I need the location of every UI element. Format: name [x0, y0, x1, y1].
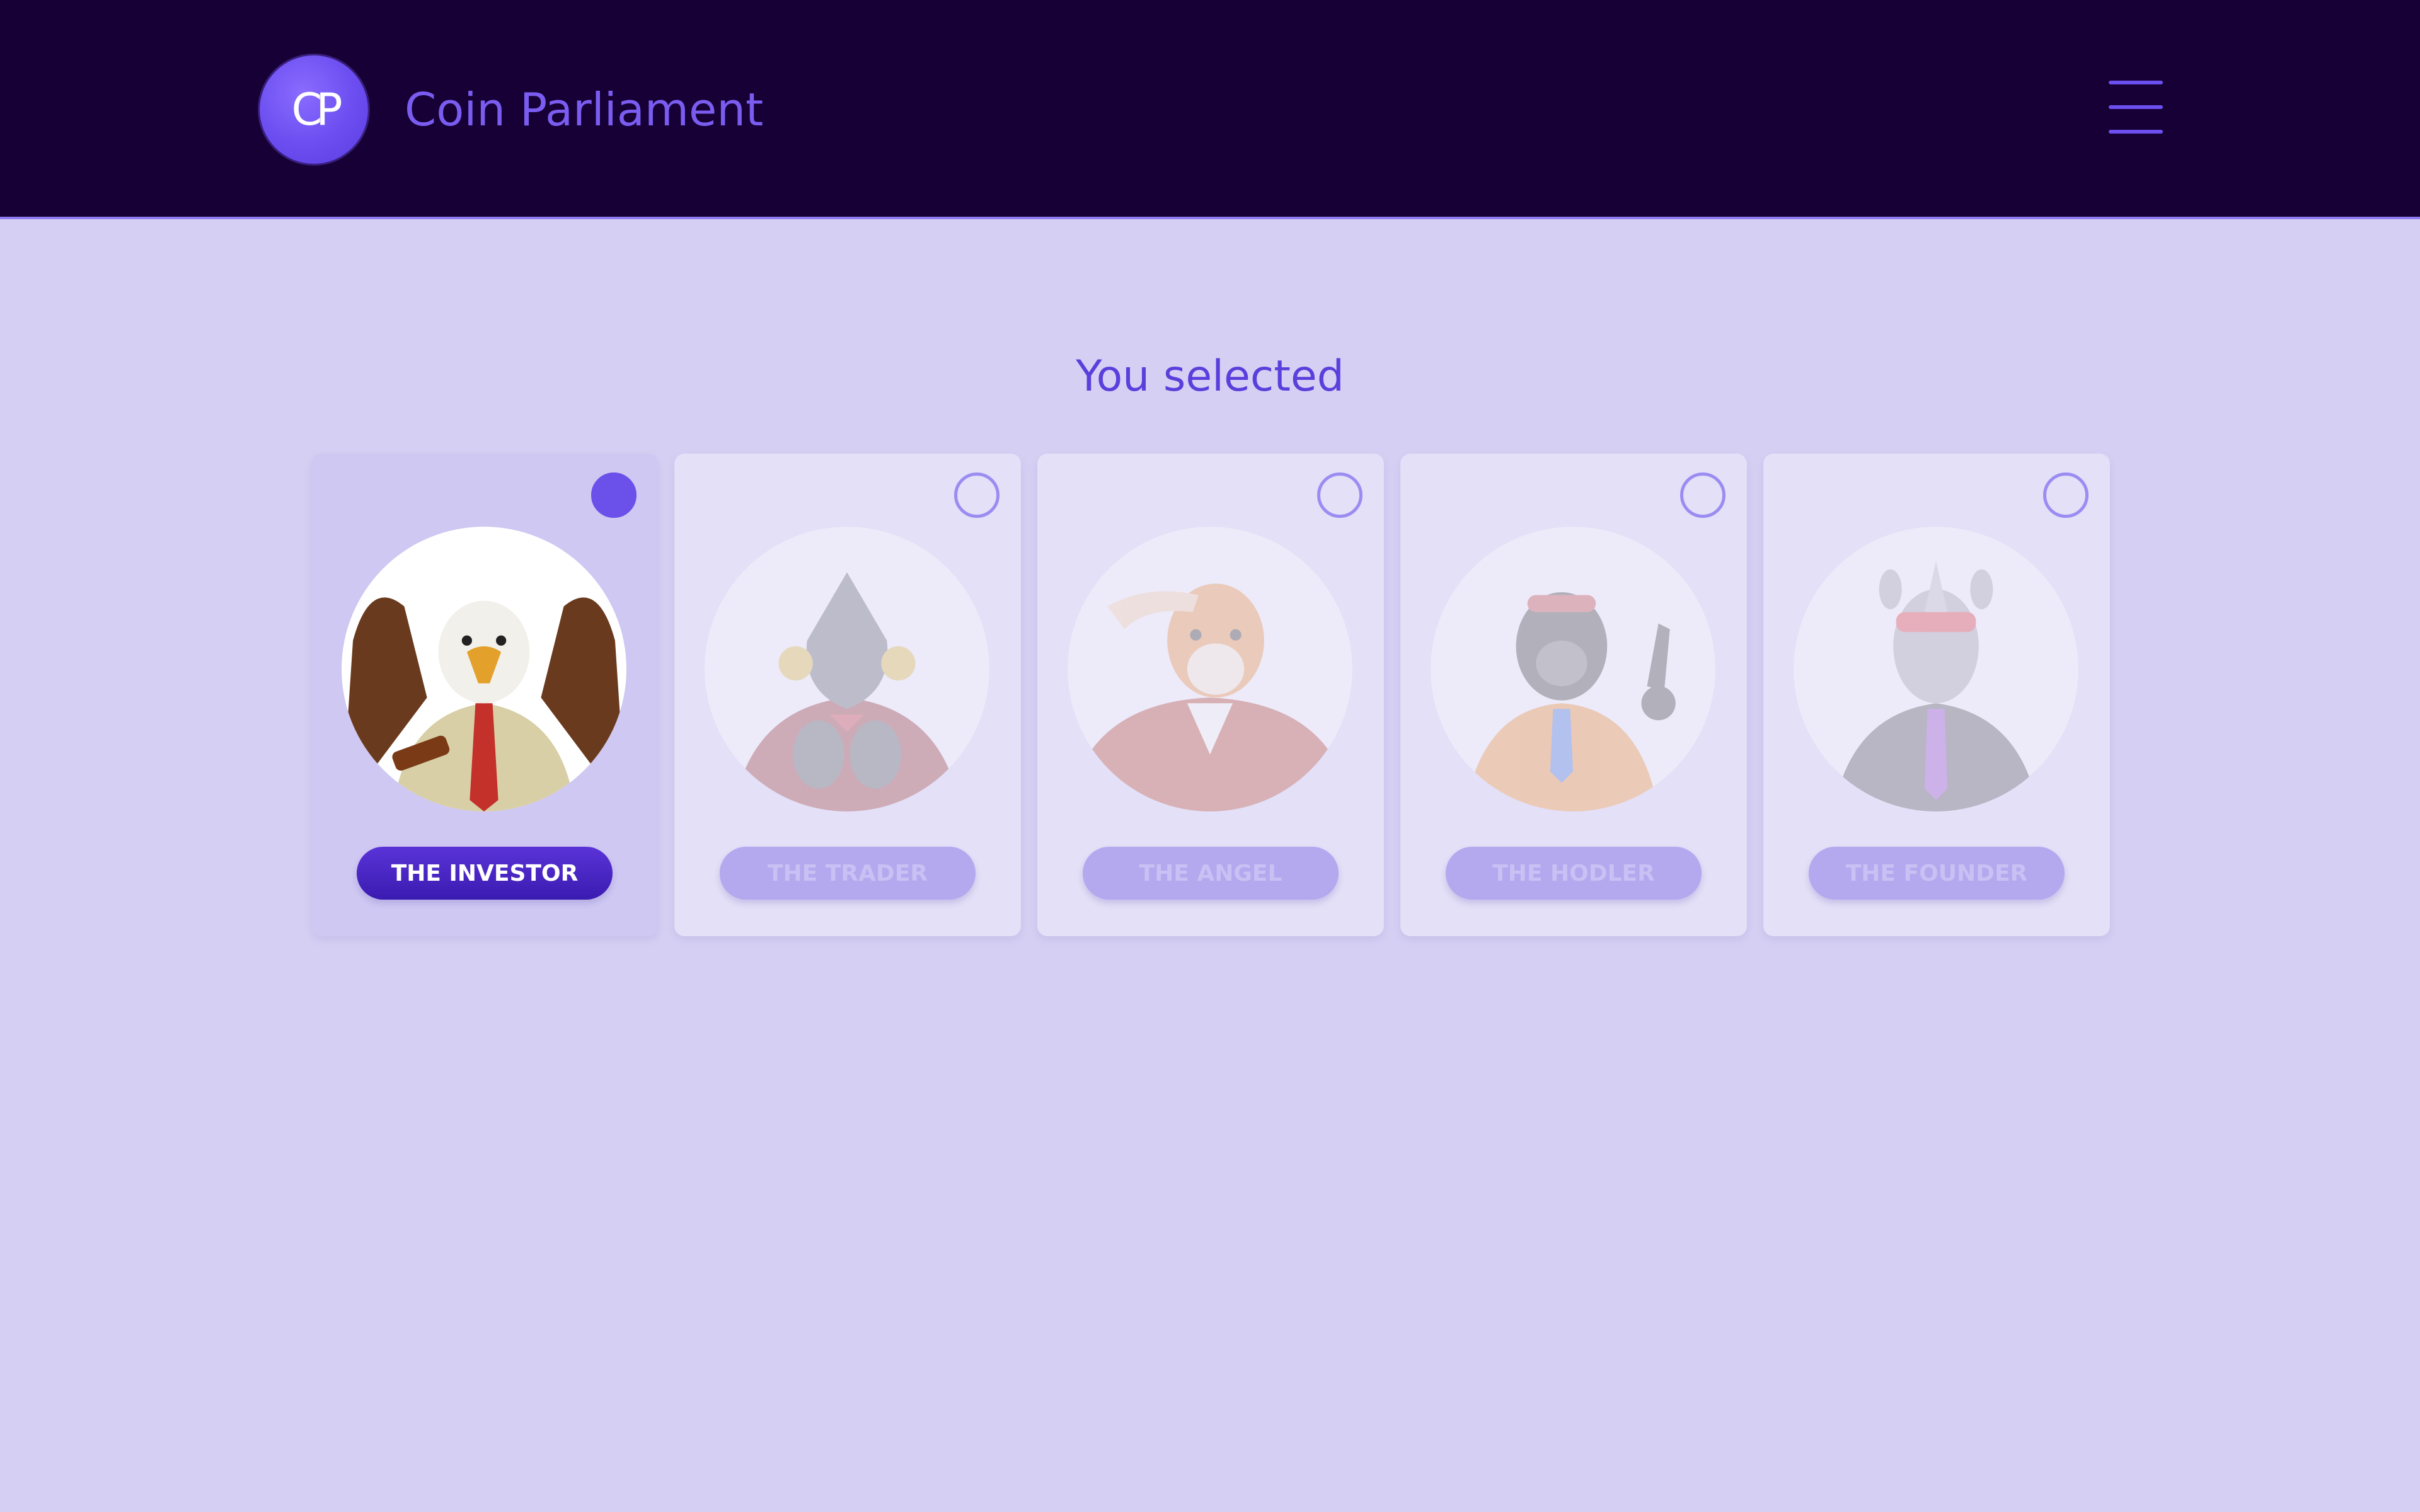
radio-unselected[interactable] — [1680, 472, 1726, 518]
page-heading: You selected — [1076, 352, 1344, 401]
radio-unselected[interactable] — [954, 472, 1000, 518]
character-card-list: THE INVESTOR THE TRADER THE ANGEL THE HO… — [311, 454, 2126, 936]
card-the-founder[interactable]: THE FOUNDER — [1763, 454, 2110, 936]
hamburger-menu-icon[interactable] — [2109, 81, 2163, 134]
eagle-avatar-icon — [342, 527, 626, 811]
coin-parliament-logo[interactable]: CP — [260, 55, 368, 164]
menu-line — [2109, 81, 2163, 84]
brand[interactable]: CP Coin Parliament — [260, 55, 763, 164]
menu-line — [2109, 105, 2163, 109]
character-name-button[interactable]: THE ANGEL — [1083, 847, 1339, 900]
radio-unselected[interactable] — [2043, 472, 2089, 518]
character-name-button[interactable]: THE FOUNDER — [1809, 847, 2065, 900]
radio-selected[interactable] — [591, 472, 637, 518]
radio-unselected[interactable] — [1317, 472, 1363, 518]
card-the-trader[interactable]: THE TRADER — [674, 454, 1021, 936]
rhino-avatar-icon — [1794, 527, 2078, 811]
card-the-angel[interactable]: THE ANGEL — [1037, 454, 1384, 936]
tiger-avatar-icon — [1068, 527, 1352, 811]
menu-line — [2109, 130, 2163, 134]
card-the-hodler[interactable]: THE HODLER — [1400, 454, 1747, 936]
shark-avatar-icon — [705, 527, 989, 811]
character-name-button[interactable]: THE INVESTOR — [357, 847, 613, 900]
character-name-button[interactable]: THE TRADER — [720, 847, 976, 900]
card-the-investor[interactable]: THE INVESTOR — [311, 454, 658, 936]
top-navigation-bar: CP Coin Parliament — [0, 0, 2420, 219]
gorilla-avatar-icon — [1431, 527, 1715, 811]
character-name-button[interactable]: THE HODLER — [1446, 847, 1702, 900]
app-title[interactable]: Coin Parliament — [405, 83, 763, 136]
